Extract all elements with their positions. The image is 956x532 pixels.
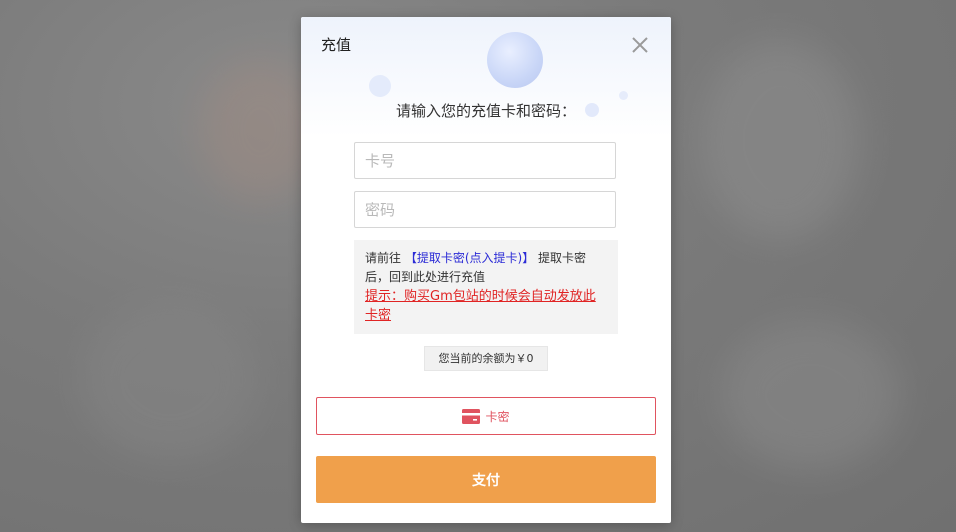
purchase-hint-link[interactable]: 提示：购买Gm包站的时候会自动发放此卡密 (365, 287, 607, 325)
balance-display: 您当前的余额为￥0 (424, 346, 548, 371)
instruction-prompt: 请输入您的充值卡和密码： (395, 102, 576, 120)
backdrop-blob (80, 300, 260, 460)
card-number-input[interactable] (354, 142, 616, 179)
backdrop-blob (720, 320, 900, 470)
card-payment-method-button[interactable]: 卡密 (316, 397, 656, 435)
decorative-moon (487, 32, 543, 88)
recharge-modal: 充值 请输入您的充值卡和密码： 请前往 【提取卡密(点入提卡)】 提取卡密后，回… (301, 17, 671, 523)
card-icon (462, 408, 481, 424)
decorative-bubble (369, 75, 391, 97)
backdrop-blob (700, 40, 860, 240)
decorative-bubble (619, 91, 628, 100)
instruction-notice: 请前往 【提取卡密(点入提卡)】 提取卡密后，回到此处进行充值 提示：购买Gm包… (354, 240, 618, 334)
close-button[interactable] (629, 34, 651, 56)
password-input[interactable] (354, 191, 616, 228)
pay-button[interactable]: 支付 (316, 456, 656, 503)
notice-prefix: 请前往 (365, 251, 402, 265)
payment-method-label: 卡密 (485, 409, 510, 424)
modal-title: 充值 (321, 36, 352, 54)
extract-card-link[interactable]: 【提取卡密(点入提卡)】 (405, 251, 534, 265)
close-icon (632, 37, 648, 53)
